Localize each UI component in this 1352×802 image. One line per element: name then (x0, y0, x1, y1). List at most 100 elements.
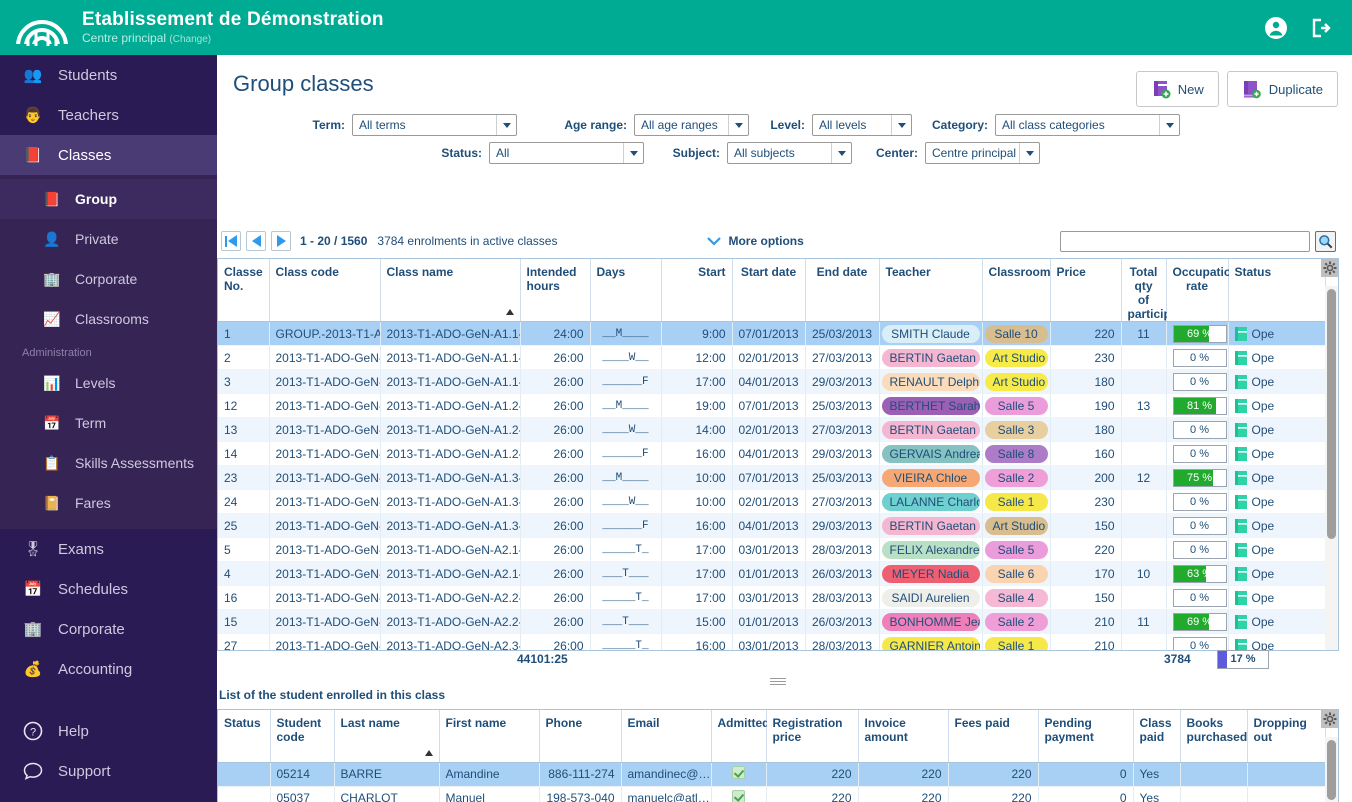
status-filter-select[interactable]: All (489, 142, 644, 164)
classes-grid[interactable]: Classe No. Class code Class name Intende… (217, 258, 1339, 651)
table-row[interactable]: 14 2013-T1-ADO-GeN- 2013-T1-ADO-GeN-A1.2-'… (218, 441, 1326, 466)
scrollbar-thumb[interactable] (1327, 289, 1336, 539)
table-row[interactable]: 25 2013-T1-ADO-GeN- 2013-T1-ADO-GeN-A1.3-'… (218, 513, 1326, 538)
col-last-name[interactable]: Last name (334, 710, 440, 763)
table-row[interactable]: 05214 BARRE Amandine 886-111-274 amandinec@…… (218, 762, 1326, 787)
age-range-filter-select[interactable]: All age ranges (634, 114, 749, 136)
cell-intended-hours: 26:00 (520, 633, 591, 650)
new-button[interactable]: New (1135, 71, 1219, 107)
col-start-date[interactable]: Start date (732, 259, 806, 322)
grid-settings-gear-icon[interactable] (1321, 259, 1338, 277)
col-phone[interactable]: Phone (539, 710, 622, 763)
sidebar-item-help[interactable]: ? Help (0, 711, 217, 751)
next-page-button[interactable] (271, 231, 291, 251)
col-books-purchased[interactable]: Books purchased (1180, 710, 1248, 763)
sidebar-item-exams[interactable]: 🎖 Exams (0, 529, 217, 569)
col-class-paid[interactable]: Class paid (1133, 710, 1181, 763)
admitted-checkbox[interactable] (732, 766, 745, 779)
table-row[interactable]: 23 2013-T1-ADO-GeN- 2013-T1-ADO-GeN-A1.3-I… (218, 465, 1326, 490)
table-row[interactable]: 27 2013-T1-ADO-GeN- 2013-T1-ADO-GeN-A2.3-:… (218, 633, 1326, 650)
sidebar-item-accounting[interactable]: 💰 Accounting (0, 649, 217, 689)
user-account-icon[interactable] (1264, 16, 1288, 40)
sidebar-item-levels[interactable]: 📊 Levels (0, 363, 217, 403)
sidebar-item-students[interactable]: 👥 Students (0, 55, 217, 95)
cell-teacher: SAIDI Aurelien (879, 585, 983, 610)
col-start[interactable]: Start (661, 259, 733, 322)
col-dropping-out[interactable]: Dropping out (1247, 710, 1326, 763)
col-invoice-amount[interactable]: Invoice amount (858, 710, 949, 763)
col-classroom[interactable]: Classroom (982, 259, 1051, 322)
col-fees-paid[interactable]: Fees paid (948, 710, 1039, 763)
table-row[interactable]: 1 GROUP.-2013-T1-AI 2013-T1-ADO-GeN-A1.1-I… (218, 321, 1326, 346)
col-days[interactable]: Days (590, 259, 662, 322)
admitted-checkbox[interactable] (732, 790, 745, 802)
col-student-status[interactable]: Status (218, 710, 271, 763)
sidebar-item-corporate-main[interactable]: 🏢 Corporate (0, 609, 217, 649)
sidebar-item-term[interactable]: 📅 Term (0, 403, 217, 443)
grid-splitter-handle[interactable] (217, 675, 1339, 687)
col-price[interactable]: Price (1050, 259, 1122, 322)
table-row[interactable]: 3 2013-T1-ADO-GeN- 2013-T1-ADO-GeN-A1.1-' 2… (218, 369, 1326, 394)
table-row[interactable]: 4 2013-T1-ADO-GeN- 2013-T1-ADO-GeN-A2.1-I 2… (218, 561, 1326, 586)
sidebar-item-fares[interactable]: 📔 Fares (0, 483, 217, 523)
table-row[interactable]: 16 2013-T1-ADO-GeN- 2013-T1-ADO-GeN-A2.2-:… (218, 585, 1326, 610)
sidebar-item-classrooms[interactable]: 📈 Classrooms (0, 299, 217, 339)
scrollbar-thumb[interactable] (1327, 740, 1336, 800)
term-filter-select[interactable]: All terms (352, 114, 517, 136)
table-row[interactable]: 12 2013-T1-ADO-GeN- 2013-T1-ADO-GeN-A1.2-I… (218, 393, 1326, 418)
table-row[interactable]: 13 2013-T1-ADO-GeN- 2013-T1-ADO-GeN-A1.2-I… (218, 417, 1326, 442)
col-total-participants[interactable]: Total qty of particip (1121, 259, 1171, 322)
cell-phone: 198-573-040 (539, 786, 622, 802)
col-registration-price[interactable]: Registration price (766, 710, 859, 763)
table-row[interactable]: 24 2013-T1-ADO-GeN- 2013-T1-ADO-GeN-A1.3-I… (218, 489, 1326, 514)
col-student-code[interactable]: Student code (270, 710, 335, 763)
sidebar-item-corporate[interactable]: 🏢 Corporate (0, 259, 217, 299)
col-first-name[interactable]: First name (439, 710, 540, 763)
col-occupational-rate[interactable]: Occupational rate (1166, 259, 1249, 322)
sidebar-item-classes[interactable]: 📕 Classes (0, 135, 217, 175)
sidebar-item-support[interactable]: Support (0, 751, 217, 791)
sidebar-item-label: Exams (58, 540, 104, 558)
cell-intended-hours: 26:00 (520, 609, 591, 634)
subject-filter-select[interactable]: All subjects (727, 142, 852, 164)
col-classe-no[interactable]: Classe No. (218, 259, 270, 322)
grid-settings-gear-icon[interactable] (1321, 710, 1338, 728)
col-teacher[interactable]: Teacher (879, 259, 983, 322)
level-filter-select[interactable]: All levels (812, 114, 912, 136)
sidebar-item-group[interactable]: 📕 Group (0, 179, 217, 219)
col-intended-hours[interactable]: Intended hours (520, 259, 591, 322)
cell-start-date: 02/01/2013 (732, 345, 806, 370)
previous-page-button[interactable] (246, 231, 266, 251)
change-center-link[interactable]: (Change) (169, 34, 211, 45)
sidebar-item-schedules[interactable]: 📅 Schedules (0, 569, 217, 609)
cell-end-date: 26/03/2013 (805, 609, 880, 634)
cell-class-code: 2013-T1-ADO-GeN- (269, 489, 381, 514)
first-page-button[interactable] (221, 231, 241, 251)
table-row[interactable]: 2 2013-T1-ADO-GeN- 2013-T1-ADO-GeN-A1.1-I 2… (218, 345, 1326, 370)
sidebar-item-teachers[interactable]: 👨 Teachers (0, 95, 217, 135)
col-class-code[interactable]: Class code (269, 259, 381, 322)
teacher-badge: GERVAIS Andrea (881, 444, 980, 463)
table-row[interactable]: 15 2013-T1-ADO-GeN- 2013-T1-ADO-GeN-A2.2-I… (218, 609, 1326, 634)
logout-icon[interactable] (1308, 16, 1332, 40)
search-input[interactable] (1060, 230, 1310, 252)
more-options-toggle[interactable]: More options (707, 234, 804, 248)
table-row[interactable]: 5 2013-T1-ADO-GeN- 2013-T1-ADO-GeN-A2.1-: 2… (218, 537, 1326, 562)
category-filter-select[interactable]: All class categories (995, 114, 1180, 136)
students-grid[interactable]: Status Student code Last name First name… (217, 709, 1339, 802)
students-grid-scrollbar[interactable] (1325, 737, 1338, 802)
col-pending-payment[interactable]: Pending payment (1038, 710, 1134, 763)
classes-grid-scrollbar[interactable] (1325, 286, 1338, 650)
table-row[interactable]: 05037 CHARLOT Manuel 198-573-040 manuelc@atl… (218, 786, 1326, 802)
sidebar-item-private[interactable]: 👤 Private (0, 219, 217, 259)
col-email[interactable]: Email (621, 710, 712, 763)
col-end-date[interactable]: End date (805, 259, 880, 322)
col-class-name[interactable]: Class name (380, 259, 521, 322)
duplicate-button[interactable]: Duplicate (1226, 71, 1338, 107)
col-admitted[interactable]: Admitted (711, 710, 770, 763)
sidebar-item-skills-assessments[interactable]: 📋 Skills Assessments (0, 443, 217, 483)
center-filter-select[interactable]: Centre principal (925, 142, 1040, 164)
cell-days: ______F (590, 441, 662, 466)
search-button[interactable] (1315, 230, 1336, 252)
col-status[interactable]: Status (1228, 259, 1326, 322)
